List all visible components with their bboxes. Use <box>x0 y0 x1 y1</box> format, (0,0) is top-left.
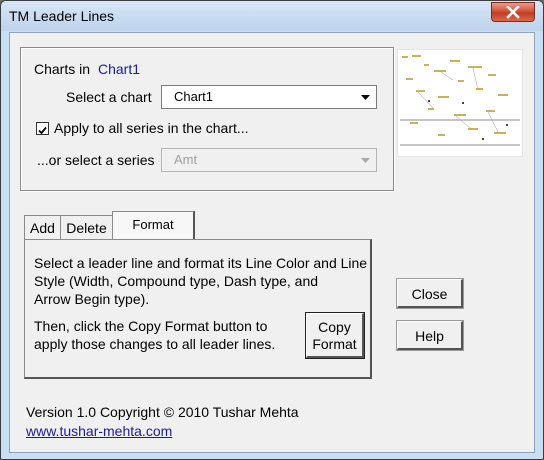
chevron-down-icon <box>361 158 370 163</box>
close-button[interactable]: Close <box>396 278 464 309</box>
tab-delete[interactable]: Delete <box>60 215 113 239</box>
format-instruction-line-2: Style (Width, Compound type, Dash type, … <box>34 273 319 289</box>
charts-in-label: Charts in <box>34 61 91 77</box>
select-series-dropdown[interactable]: Amt <box>161 148 377 172</box>
window-title: TM Leader Lines <box>9 8 115 24</box>
format-tab-page: Select a leader line and format its Line… <box>24 239 372 379</box>
copy-format-label-line-1: Copy <box>318 319 351 335</box>
help-button-label: Help <box>415 328 444 344</box>
check-icon <box>38 126 47 135</box>
copy-format-label-line-2: Format <box>312 336 357 352</box>
version-copyright-text: Version 1.0 Copyright © 2010 Tushar Meht… <box>26 404 299 420</box>
select-chart-value: Chart1 <box>174 89 214 104</box>
apply-all-label[interactable]: Apply to all series in the chart... <box>54 120 249 136</box>
close-icon <box>506 6 520 19</box>
tab-format-label: Format <box>132 217 174 232</box>
chart-selection-frame: Charts in Chart1 Select a chart Chart1 A… <box>20 47 394 191</box>
copy-format-button[interactable]: Copy Format <box>305 312 365 359</box>
select-series-value: Amt <box>174 152 198 167</box>
tab-add[interactable]: Add <box>24 215 61 239</box>
tab-format[interactable]: Format <box>112 211 195 240</box>
select-chart-label: Select a chart <box>66 89 152 105</box>
tab-delete-label: Delete <box>66 220 107 236</box>
chevron-down-icon[interactable] <box>357 88 374 106</box>
format-instruction-line-1: Select a leader line and format its Line… <box>34 255 368 271</box>
then-instruction-line-1: Then, click the Copy Format button to <box>34 318 268 334</box>
apply-all-checkbox[interactable] <box>36 122 49 135</box>
chart-preview-image <box>397 49 523 157</box>
help-button[interactable]: Help <box>396 320 464 351</box>
select-series-label: ...or select a series <box>37 152 155 168</box>
tab-add-label: Add <box>30 220 55 236</box>
select-chart-dropdown[interactable]: Chart1 <box>161 85 377 109</box>
dialog-content: Charts in Chart1 Select a chart Chart1 A… <box>9 32 535 453</box>
current-chart-name: Chart1 <box>98 61 141 77</box>
dialog-window: TM Leader Lines Charts in Chart1 Select … <box>0 0 544 460</box>
then-instruction-line-2: apply those changes to all leader lines. <box>34 336 276 352</box>
window-close-button[interactable] <box>491 2 535 22</box>
chart-thumbnail <box>400 55 520 146</box>
format-instruction-line-3: Arrow Begin type). <box>34 291 150 307</box>
website-link[interactable]: www.tushar-mehta.com <box>26 423 172 439</box>
title-bar[interactable]: TM Leader Lines <box>1 1 543 31</box>
close-button-label: Close <box>411 286 448 302</box>
